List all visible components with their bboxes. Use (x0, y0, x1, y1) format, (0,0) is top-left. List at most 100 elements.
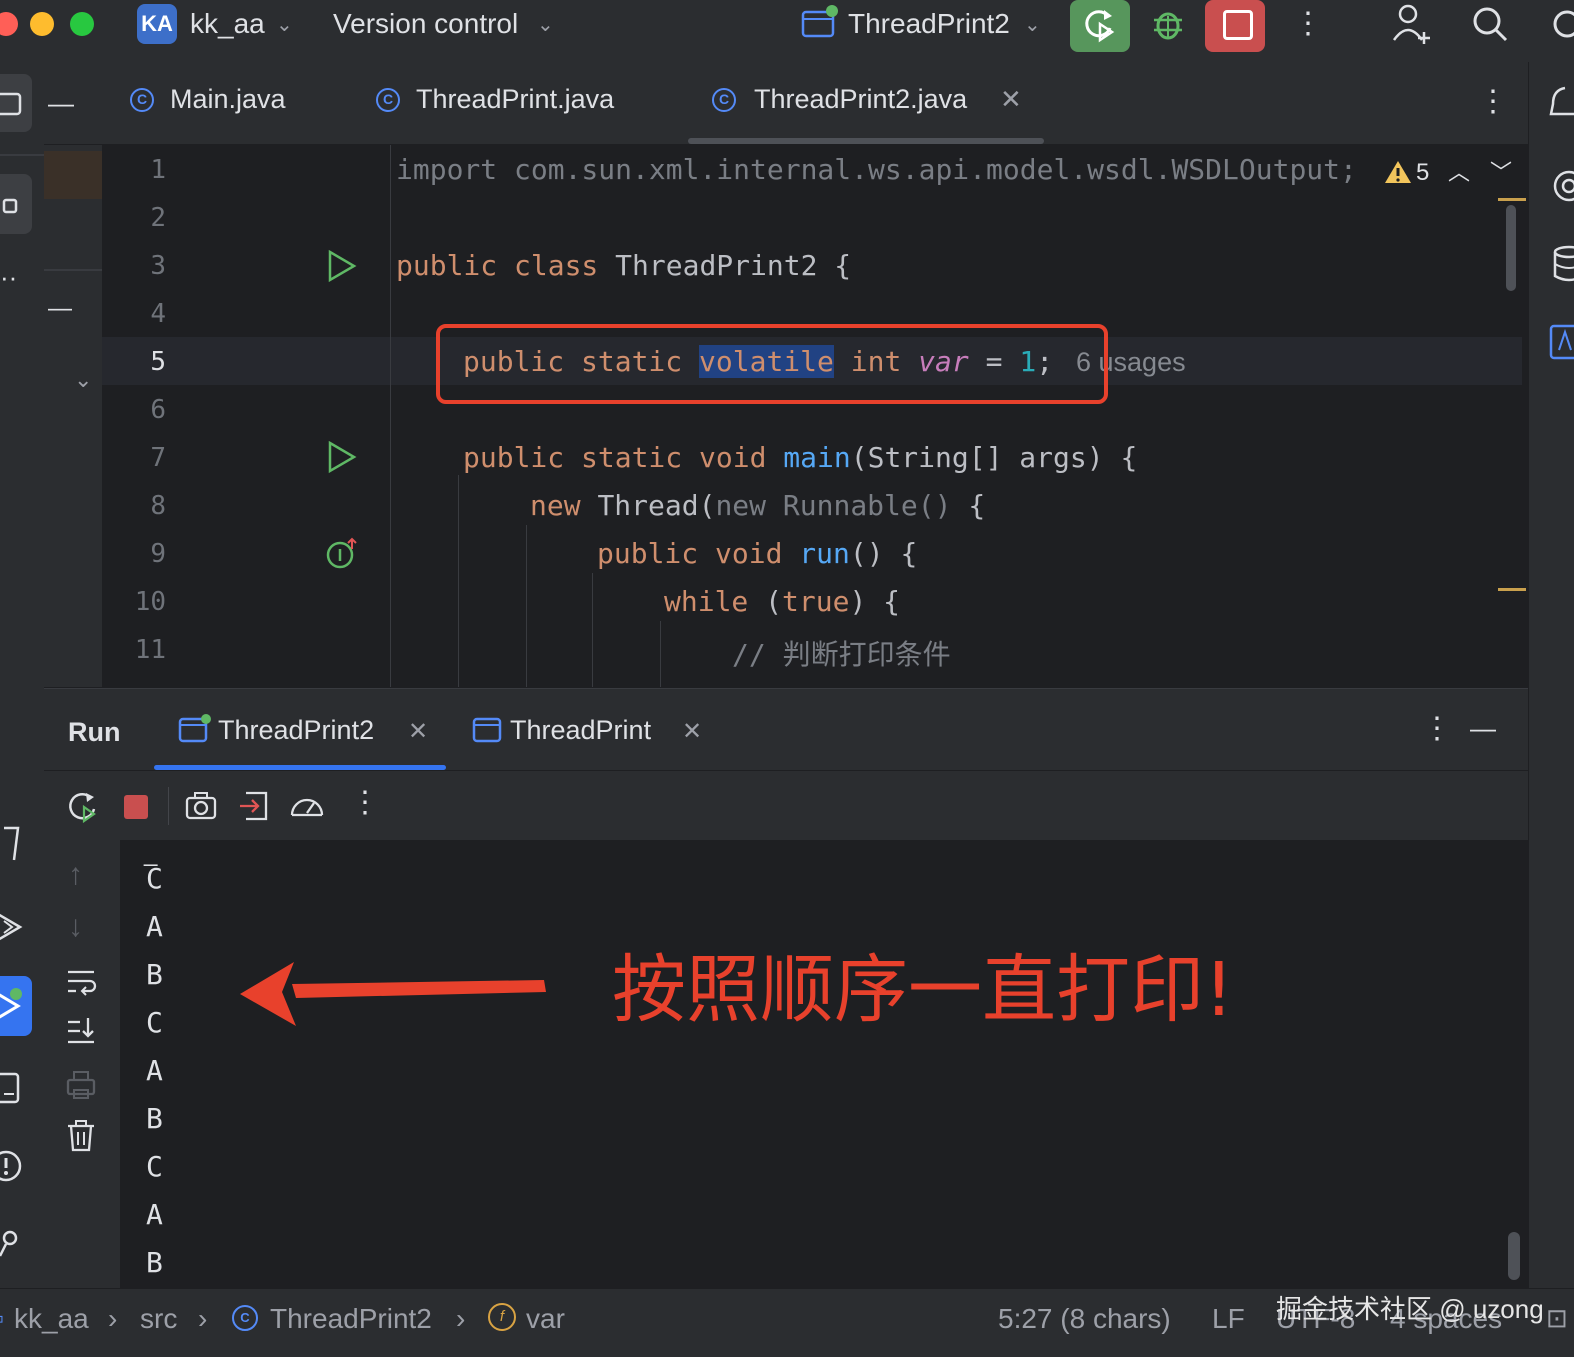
more-run-actions-icon[interactable]: ⋮ (350, 785, 380, 820)
debug-icon[interactable] (1148, 4, 1188, 44)
collapse-icon[interactable]: — (48, 295, 72, 323)
close-tab-icon[interactable]: ✕ (1000, 84, 1022, 115)
run-toolbar: ⋮ (44, 770, 1528, 841)
more-actions-icon[interactable]: ⋮ (1293, 6, 1323, 41)
print-icon[interactable] (64, 1068, 98, 1102)
editor-tabs: — C Main.java C ThreadPrint.java C Threa… (44, 62, 1528, 145)
stop-icon (1223, 10, 1253, 40)
warning-marker[interactable] (1498, 588, 1526, 591)
project-tool-button[interactable] (0, 74, 32, 132)
code-token: true (782, 585, 850, 618)
warnings-count: 5 (1416, 159, 1430, 186)
console-scrollbar[interactable] (1508, 1232, 1520, 1280)
code-line-11: // 判断打印条件 (732, 638, 951, 671)
add-user-icon[interactable] (1390, 2, 1434, 46)
run-panel-options-icon[interactable]: ⋮ (1422, 711, 1452, 746)
scroll-to-end-icon[interactable] (64, 1014, 98, 1048)
minimize-window-button[interactable] (30, 12, 54, 36)
arrow-up-icon[interactable]: ↑ (68, 858, 83, 892)
more-tools-icon[interactable]: ·· (0, 262, 17, 293)
tab-main-java[interactable]: C Main.java (130, 62, 350, 144)
trash-icon[interactable] (64, 1118, 98, 1154)
java-class-icon: C (130, 88, 154, 112)
code-token: new (530, 489, 598, 522)
search-icon[interactable] (1470, 4, 1510, 44)
java-class-icon: C (232, 1305, 258, 1331)
code-token: main (783, 441, 851, 474)
implements-gutter-icon[interactable] (324, 535, 360, 571)
profiler-icon[interactable] (288, 789, 326, 823)
caret-position[interactable]: 5:27 (8 chars) (998, 1303, 1171, 1335)
title-bar: KA kk_aa ⌄ Version control ⌄ ThreadPrint… (0, 0, 1574, 63)
code-editor[interactable]: — ⌄ 1 2 3 4 5 6 7 8 9 10 11 import com.s… (44, 145, 1528, 687)
version-control-menu[interactable]: Version control (333, 8, 518, 40)
hide-panel-icon[interactable]: — (1470, 713, 1496, 744)
restore-layout-icon[interactable] (238, 789, 272, 823)
console-line: C (146, 1150, 163, 1183)
lock-icon[interactable]: ⊡ (1546, 1303, 1568, 1334)
rerun-icon[interactable] (66, 789, 100, 823)
run-configuration-selector[interactable]: ThreadPrint2 (848, 8, 1010, 40)
active-tab-indicator (688, 138, 1044, 144)
tab-threadprint-java[interactable]: C ThreadPrint.java (376, 62, 656, 144)
git-icon[interactable] (0, 1226, 30, 1266)
console-side-toolbar: ↑ ↓ (44, 840, 120, 1288)
previous-highlight-icon[interactable]: ︿ (1448, 155, 1470, 187)
project-badge[interactable]: KA (137, 4, 177, 44)
tab-options-icon[interactable]: ⋮ (1478, 84, 1508, 119)
terminal-icon[interactable] (0, 907, 30, 947)
line-separator[interactable]: LF (1212, 1303, 1245, 1335)
annotation-text: 按照顺序一直打印! (612, 947, 1234, 1033)
font-icon[interactable] (1547, 322, 1574, 362)
next-highlight-icon[interactable]: ﹀ (1490, 155, 1512, 187)
chevron-down-icon[interactable]: ⌄ (74, 367, 92, 393)
code-token: new Runnable() (715, 489, 952, 522)
close-tab-icon[interactable]: ✕ (682, 717, 702, 746)
structure-tool-button[interactable] (0, 174, 32, 234)
java-runnable-class-icon: C (376, 88, 400, 112)
warnings-widget[interactable]: 5 ︿ ﹀ (1384, 155, 1524, 191)
close-window-button[interactable] (0, 12, 18, 36)
ai-assistant-icon[interactable] (1549, 166, 1574, 206)
code-token: while (664, 585, 766, 618)
problems-icon[interactable] (0, 1146, 30, 1186)
zoom-window-button[interactable] (70, 12, 94, 36)
chevron-down-icon: ⌄ (537, 14, 554, 36)
tab-label: ThreadPrint2.java (754, 84, 968, 114)
code-token: public static void (463, 441, 784, 474)
project-name-menu[interactable]: kk_aa (190, 8, 265, 40)
soft-wrap-icon[interactable] (64, 964, 98, 998)
breadcrumb-field[interactable]: var (526, 1303, 565, 1335)
line-number: 3 (150, 251, 166, 281)
line-number: 5 (150, 347, 166, 377)
console-line: C (146, 862, 163, 895)
arrow-down-icon[interactable]: ↓ (68, 910, 83, 944)
run-panel-title: Run (68, 717, 121, 747)
breadcrumb-class[interactable]: ThreadPrint2 (270, 1303, 432, 1335)
database-icon[interactable] (1549, 244, 1574, 284)
rerun-button[interactable] (1070, 0, 1130, 52)
code-line-1: import com.sun.xml.internal.ws.api.model… (396, 153, 1357, 186)
collapse-icon[interactable]: — (48, 88, 74, 119)
console-output[interactable]: _ (44, 840, 1528, 1288)
run-tab-threadprint[interactable]: ThreadPrint ✕ (470, 689, 730, 771)
run-gutter-icon[interactable] (326, 440, 358, 474)
camera-icon[interactable] (184, 789, 218, 823)
problems-list-icon[interactable] (0, 1068, 30, 1108)
breadcrumb-src[interactable]: src (140, 1303, 177, 1335)
tab-label: Main.java (170, 84, 286, 114)
close-tab-icon[interactable]: ✕ (408, 717, 428, 746)
editor-scrollbar[interactable] (1506, 205, 1516, 291)
run-gutter-icon[interactable] (326, 249, 358, 283)
stop-button[interactable] (1205, 0, 1265, 52)
line-number: 8 (150, 491, 166, 521)
tab-threadprint2-java[interactable]: C ThreadPrint2.java ✕ (688, 62, 1044, 144)
notifications-icon[interactable] (1549, 82, 1574, 122)
run-tab-threadprint2[interactable]: ThreadPrint2 ✕ (154, 689, 446, 771)
services-icon[interactable] (0, 822, 30, 862)
breadcrumb-project[interactable]: kk_aa (14, 1303, 89, 1335)
stop-icon[interactable] (124, 795, 148, 819)
warning-marker[interactable] (1498, 198, 1526, 201)
settings-icon[interactable] (1545, 4, 1574, 44)
run-tool-button[interactable] (0, 976, 32, 1036)
